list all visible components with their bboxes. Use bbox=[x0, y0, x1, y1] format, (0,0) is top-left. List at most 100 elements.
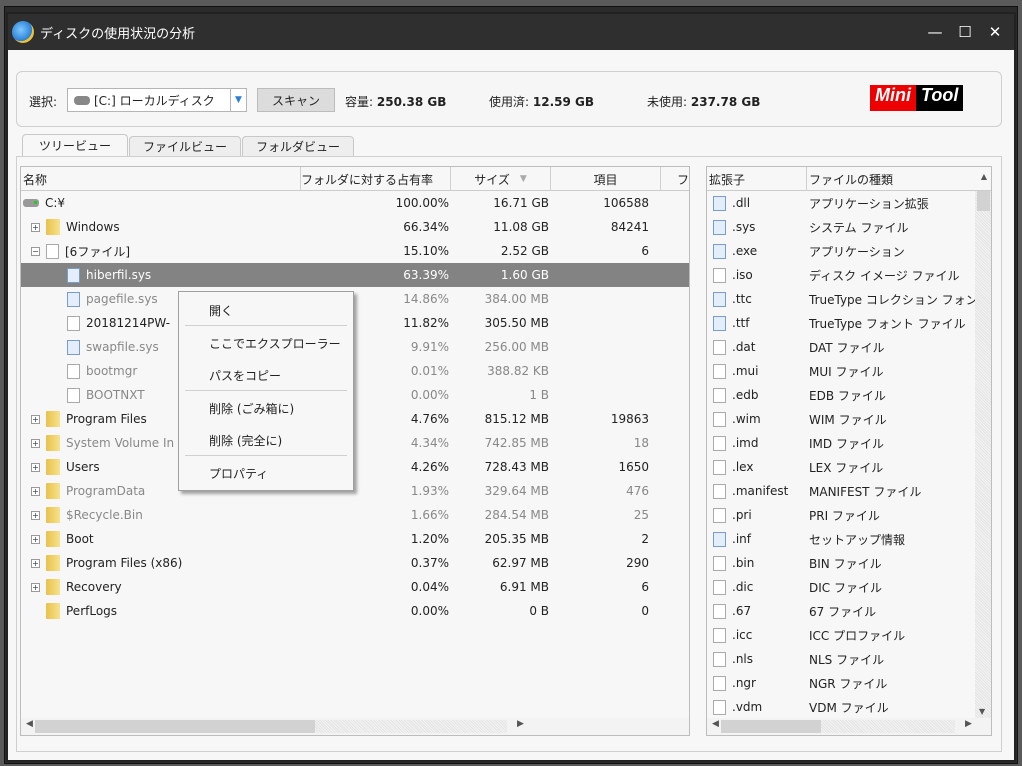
tree-row[interactable]: + Program Files (x86) 0.37% 62.97 MB 290 bbox=[21, 551, 689, 575]
extension-row[interactable]: .bin BIN ファイル bbox=[707, 551, 975, 575]
extension-row[interactable]: .ngr NGR ファイル bbox=[707, 671, 975, 695]
scroll-thumb[interactable] bbox=[35, 720, 315, 733]
extension-row[interactable]: .edb EDB ファイル bbox=[707, 383, 975, 407]
column-percent[interactable]: フォルダに対する占有率 bbox=[301, 167, 451, 191]
folder-icon bbox=[46, 507, 60, 523]
chevron-down-icon[interactable]: ▼ bbox=[230, 89, 246, 111]
expand-toggle-icon[interactable]: + bbox=[31, 582, 40, 592]
extension-vertical-scrollbar[interactable]: ▼ bbox=[975, 191, 991, 718]
column-name[interactable]: 名称 bbox=[21, 167, 301, 191]
scroll-right-icon[interactable]: ▶ bbox=[517, 719, 524, 729]
extension-row[interactable]: .vdm VDM ファイル bbox=[707, 695, 975, 719]
column-file-type[interactable]: ファイルの種類 bbox=[807, 167, 977, 191]
extension-row[interactable]: .dic DIC ファイル bbox=[707, 575, 975, 599]
tree-row[interactable]: − [6ファイル] 15.10% 2.52 GB 6 bbox=[21, 239, 689, 263]
extension-row[interactable]: .wim WIM ファイル bbox=[707, 407, 975, 431]
row-items: 25 bbox=[633, 508, 649, 522]
tree-row[interactable]: 20181214PW- 11.82% 305.50 MB bbox=[21, 311, 689, 335]
extension-row[interactable]: .nls NLS ファイル bbox=[707, 647, 975, 671]
column-size[interactable]: サイズ ▼ bbox=[451, 167, 551, 191]
tree-row[interactable]: BOOTNXT 0.00% 1 B bbox=[21, 383, 689, 407]
row-items: 290 bbox=[626, 556, 649, 570]
tab-file-view[interactable]: ファイルビュー bbox=[129, 136, 242, 156]
scroll-left-icon[interactable]: ◀ bbox=[712, 719, 719, 729]
extension-row[interactable]: .pri PRI ファイル bbox=[707, 503, 975, 527]
tab-tree-view[interactable]: ツリービュー bbox=[22, 134, 129, 156]
tree-row[interactable]: hiberfil.sys 63.39% 1.60 GB bbox=[21, 263, 689, 287]
expand-toggle-icon[interactable]: + bbox=[31, 534, 40, 544]
extension-name: .ngr bbox=[732, 676, 756, 690]
tree-row[interactable]: + Windows 66.34% 11.08 GB 84241 bbox=[21, 215, 689, 239]
extension-row[interactable]: .ttf TrueType フォント ファイル bbox=[707, 311, 975, 335]
extension-row[interactable]: .icc ICC プロファイル bbox=[707, 623, 975, 647]
scroll-track[interactable] bbox=[315, 720, 507, 733]
extension-row[interactable]: .sys システム ファイル bbox=[707, 215, 975, 239]
expand-toggle-icon[interactable]: + bbox=[31, 222, 40, 232]
close-button[interactable]: ✕ bbox=[980, 14, 1010, 50]
extension-row[interactable]: .exe アプリケーション bbox=[707, 239, 975, 263]
tree-row[interactable]: + Program Files 4.76% 815.12 MB 19863 bbox=[21, 407, 689, 431]
tree-row[interactable]: + Users 4.26% 728.43 MB 1650 bbox=[21, 455, 689, 479]
extension-row[interactable]: .iso ディスク イメージ ファイル bbox=[707, 263, 975, 287]
scroll-track[interactable] bbox=[821, 720, 955, 733]
extension-name: .dic bbox=[732, 580, 754, 594]
scroll-left-icon[interactable]: ◀ bbox=[26, 719, 33, 729]
tree-row[interactable]: pagefile.sys 14.86% 384.00 MB bbox=[21, 287, 689, 311]
expand-toggle-icon[interactable]: + bbox=[31, 414, 40, 424]
file-type: WIM ファイル bbox=[809, 412, 887, 427]
extension-row[interactable]: .lex LEX ファイル bbox=[707, 455, 975, 479]
extension-row[interactable]: .imd IMD ファイル bbox=[707, 431, 975, 455]
row-name: Recovery bbox=[66, 580, 122, 594]
expand-toggle-icon[interactable]: + bbox=[31, 510, 40, 520]
expand-toggle-icon[interactable]: − bbox=[31, 246, 40, 256]
scan-button[interactable]: スキャン bbox=[257, 88, 335, 112]
menu-item-delete-permanent[interactable]: 削除 (完全に) bbox=[209, 432, 282, 449]
expand-toggle-icon[interactable]: + bbox=[31, 462, 40, 472]
menu-item-copy-path[interactable]: パスをコピー bbox=[209, 367, 281, 384]
extension-row[interactable]: .manifest MANIFEST ファイル bbox=[707, 479, 975, 503]
row-items: 1650 bbox=[618, 460, 649, 474]
scroll-thumb[interactable] bbox=[977, 191, 990, 211]
extension-row[interactable]: .inf セットアップ情報 bbox=[707, 527, 975, 551]
used-stat: 使用済: 12.59 GB bbox=[489, 93, 594, 110]
extension-row[interactable]: .dat DAT ファイル bbox=[707, 335, 975, 359]
row-percent: 0.37% bbox=[410, 556, 449, 570]
menu-item-delete-recycle[interactable]: 削除 (ごみ箱に) bbox=[209, 400, 294, 417]
extension-row[interactable]: .67 67 ファイル bbox=[707, 599, 975, 623]
extension-name: .imd bbox=[732, 436, 759, 450]
scroll-down-icon[interactable]: ▼ bbox=[979, 707, 985, 716]
menu-item-open[interactable]: 開く bbox=[209, 302, 233, 319]
row-items: 106588 bbox=[603, 196, 649, 210]
scroll-right-icon[interactable]: ▶ bbox=[965, 719, 972, 729]
extension-row[interactable]: .ttc TrueType コレクション フォント フ bbox=[707, 287, 977, 311]
tree-row[interactable]: + $Recycle.Bin 1.66% 284.54 MB 25 bbox=[21, 503, 689, 527]
expand-toggle-icon[interactable]: + bbox=[31, 558, 40, 568]
tree-row[interactable]: + Boot 1.20% 205.35 MB 2 bbox=[21, 527, 689, 551]
application-icon bbox=[713, 243, 726, 259]
menu-item-properties[interactable]: プロパティ bbox=[209, 465, 268, 482]
minimize-button[interactable]: — bbox=[920, 14, 950, 50]
tree-row[interactable]: swapfile.sys 9.91% 256.00 MB bbox=[21, 335, 689, 359]
column-items[interactable]: 項目 bbox=[551, 167, 661, 191]
extension-horizontal-scrollbar[interactable]: ◀ ▶ bbox=[707, 718, 991, 735]
expand-toggle-icon[interactable]: + bbox=[31, 486, 40, 496]
extension-row[interactable]: .dll アプリケーション拡張 bbox=[707, 191, 975, 215]
expand-toggle-icon[interactable]: + bbox=[31, 438, 40, 448]
tree-row[interactable]: C:¥ 100.00% 16.71 GB 106588 bbox=[21, 191, 689, 215]
tree-row[interactable]: + ProgramData 1.93% 329.64 MB 476 bbox=[21, 479, 689, 503]
row-items: 19863 bbox=[610, 412, 649, 426]
drive-select[interactable]: [C:] ローカルディスク ▼ bbox=[67, 88, 247, 112]
tree-row[interactable]: bootmgr 0.01% 388.82 KB bbox=[21, 359, 689, 383]
maximize-button[interactable]: ☐ bbox=[950, 14, 980, 50]
extension-row[interactable]: .mui MUI ファイル bbox=[707, 359, 975, 383]
tree-row[interactable]: PerfLogs 0.00% 0 B 0 bbox=[21, 599, 689, 623]
scroll-up-icon[interactable]: ▲ bbox=[981, 172, 987, 181]
menu-item-explorer[interactable]: ここでエクスプローラー bbox=[209, 335, 341, 352]
column-more[interactable]: フ bbox=[661, 167, 689, 191]
tree-horizontal-scrollbar[interactable]: ◀ ▶ bbox=[21, 718, 689, 735]
tab-folder-view[interactable]: フォルダビュー bbox=[242, 136, 355, 156]
scroll-thumb[interactable] bbox=[721, 720, 821, 733]
column-extension[interactable]: 拡張子 bbox=[707, 167, 807, 191]
tree-row[interactable]: + System Volume In 4.34% 742.85 MB 18 bbox=[21, 431, 689, 455]
tree-row[interactable]: + Recovery 0.04% 6.91 MB 6 bbox=[21, 575, 689, 599]
